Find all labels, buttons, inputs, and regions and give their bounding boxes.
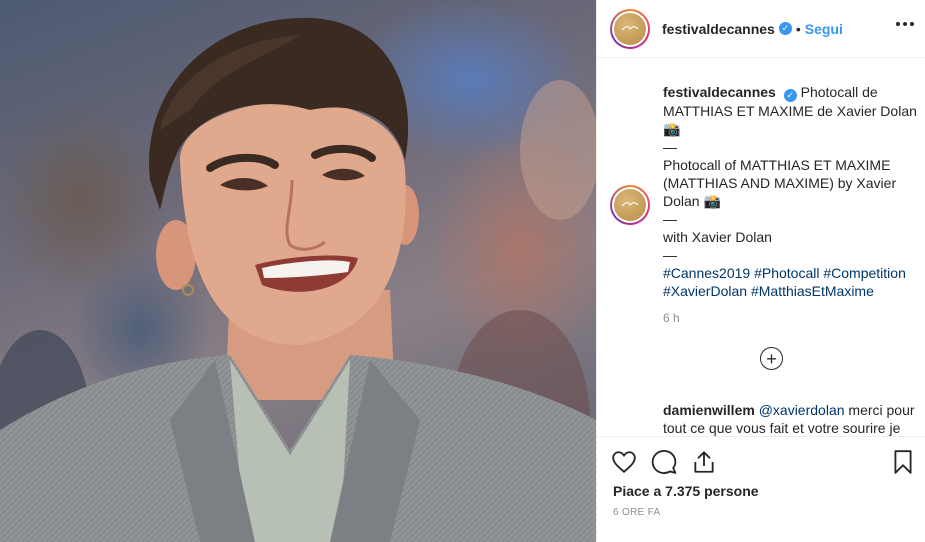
likes-prefix: Piace a [613, 483, 662, 499]
comments-list[interactable]: festivaldecannes ✓ Photocall de MATTHIAS… [597, 59, 925, 436]
avatar-frame [612, 187, 648, 223]
comment-mention[interactable]: @xavierdolan [759, 402, 845, 418]
verified-badge-icon: ✓ [778, 22, 792, 35]
camera-emoji: 📸 [703, 193, 721, 209]
post-caption: festivaldecannes ✓ Photocall de MATTHIAS… [663, 83, 919, 300]
comment-username[interactable]: damienwillem [663, 402, 755, 418]
caption-avatar[interactable] [610, 185, 650, 225]
bookmark-icon[interactable] [890, 449, 916, 475]
camera-emoji: 📸 [663, 121, 681, 137]
hashtag-link[interactable]: #Competition [823, 265, 906, 281]
hashtag-link[interactable]: #Photocall [754, 265, 819, 281]
hashtag-link[interactable]: #MatthiasEtMaxime [751, 283, 874, 299]
post-side-panel: festivaldecannes ✓ • Segui festivaldecan… [596, 0, 925, 542]
follow-button[interactable]: Segui [805, 21, 843, 37]
profile-avatar[interactable] [610, 8, 650, 49]
hashtag-link[interactable]: #XavierDolan [663, 283, 747, 299]
share-icon[interactable] [691, 449, 717, 475]
likes-number: 7.375 [665, 483, 701, 499]
festival-logo-icon [614, 189, 646, 221]
caption-username[interactable]: festivaldecannes [663, 84, 776, 100]
action-icons [611, 449, 717, 475]
likes-suffix: persone [704, 483, 759, 499]
post-actions: Piace a 7.375 persone 6 ORE FA [597, 436, 925, 542]
comment-item: damienwillem @xavierdolan merci pour tou… [663, 401, 921, 436]
post-date: 6 ORE FA [613, 507, 661, 518]
festival-logo-icon [614, 12, 646, 45]
more-options-icon[interactable] [896, 22, 914, 26]
plus-circle-icon[interactable]: + [760, 347, 783, 370]
likes-count[interactable]: Piace a 7.375 persone [613, 483, 759, 499]
verified-badge-icon: ✓ [783, 89, 797, 102]
separator-dot: • [795, 20, 801, 37]
post-header: festivaldecannes ✓ • Segui [597, 0, 925, 58]
comment-icon[interactable] [651, 449, 677, 475]
header-username[interactable]: festivaldecannes [662, 21, 775, 37]
caption-line-3: with Xavier Dolan [663, 229, 772, 245]
post-photo[interactable] [0, 0, 596, 542]
avatar-frame [612, 10, 648, 47]
caption-line-2: Photocall of MATTHIAS ET MAXIME (MATTHIA… [663, 157, 897, 209]
hashtag-link[interactable]: #Cannes2019 [663, 265, 750, 281]
heart-icon[interactable] [611, 449, 637, 475]
hashtag-list: #Cannes2019 #Photocall #Competition #Xav… [663, 264, 919, 300]
caption-time: 6 h [663, 311, 680, 325]
portrait-illustration [0, 17, 596, 542]
caption-dash: — [663, 247, 677, 263]
caption-dash: — [663, 139, 677, 155]
caption-dash: — [663, 211, 677, 227]
